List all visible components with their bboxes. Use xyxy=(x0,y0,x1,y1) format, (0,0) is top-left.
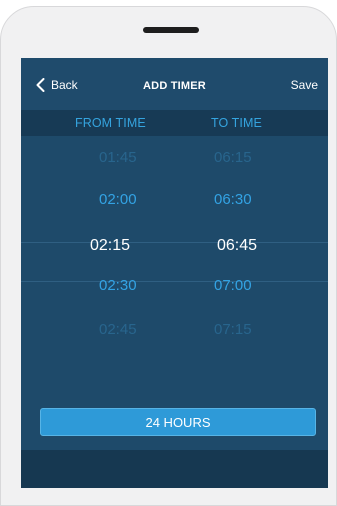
save-button[interactable]: Save xyxy=(291,78,318,92)
bottom-bar xyxy=(21,450,328,488)
to-time-item[interactable]: 06:30 xyxy=(214,191,252,208)
page-title: ADD TIMER xyxy=(143,80,206,92)
24-hours-button[interactable]: 24 HOURS xyxy=(40,408,316,436)
to-time-item[interactable]: 07:00 xyxy=(214,277,252,294)
from-time-item[interactable]: 02:45 xyxy=(99,321,137,338)
time-picker[interactable]: 01:45 02:00 02:15 02:30 02:45 06:15 06:3… xyxy=(21,136,328,386)
to-time-header: TO TIME xyxy=(211,116,262,130)
to-time-item[interactable]: 07:15 xyxy=(214,321,252,338)
to-time-item[interactable]: 06:15 xyxy=(214,149,252,166)
selection-line-bottom xyxy=(21,281,328,282)
to-time-selected[interactable]: 06:45 xyxy=(217,237,257,255)
phone-frame: Back ADD TIMER Save FROM TIME TO TIME 01… xyxy=(0,0,337,506)
from-time-selected[interactable]: 02:15 xyxy=(90,237,130,255)
from-time-item[interactable]: 02:30 xyxy=(99,277,137,294)
from-time-item[interactable]: 02:00 xyxy=(99,191,137,208)
nav-bar: Back ADD TIMER Save xyxy=(21,58,328,110)
selection-line-top xyxy=(21,242,328,243)
app-screen: Back ADD TIMER Save FROM TIME TO TIME 01… xyxy=(21,58,328,488)
column-headers: FROM TIME TO TIME xyxy=(21,110,328,136)
phone-speaker xyxy=(143,27,199,33)
from-time-header: FROM TIME xyxy=(75,116,146,130)
from-time-item[interactable]: 01:45 xyxy=(99,149,137,166)
